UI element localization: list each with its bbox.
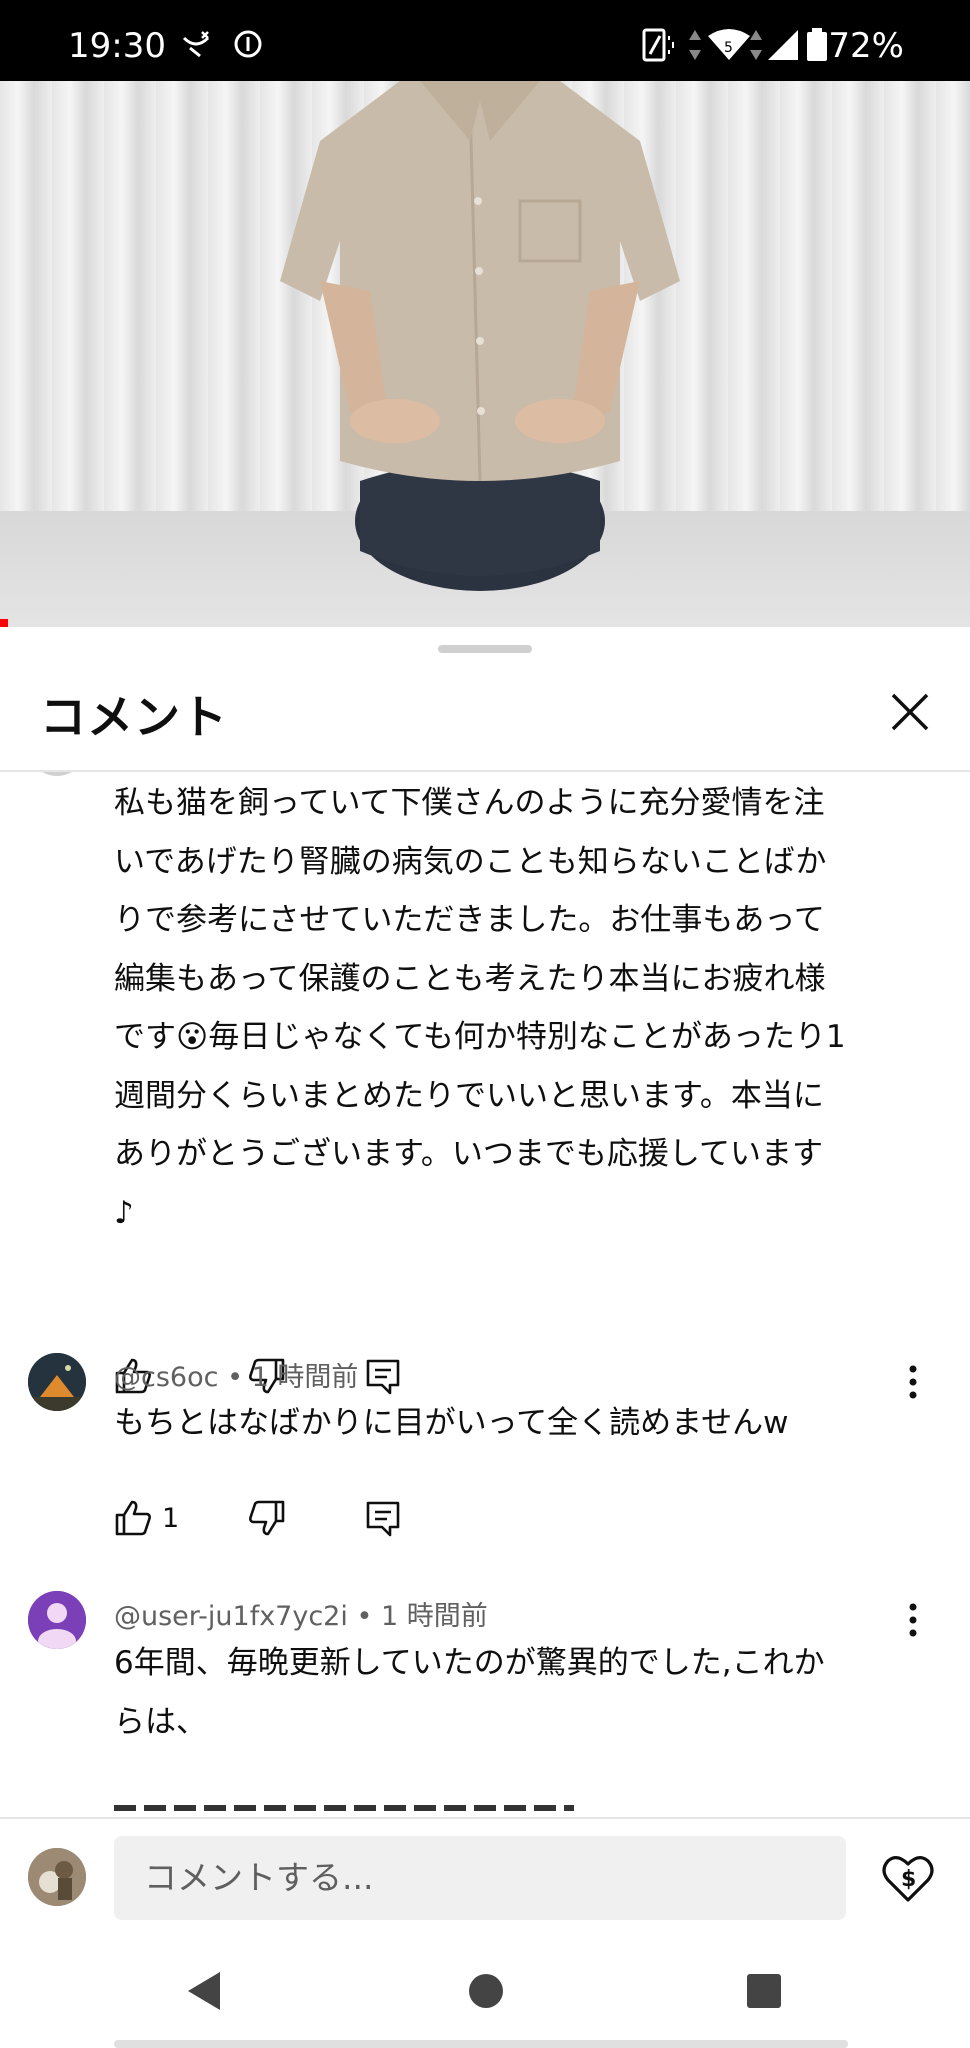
dislike-button[interactable] bbox=[248, 1499, 286, 1537]
close-button[interactable] bbox=[885, 687, 935, 737]
video-frame-person bbox=[280, 81, 680, 591]
comments-sheet: コメント 私も猫を飼っていて下僕さんのように充分愛情を注 いであげたり腎臓の病気… bbox=[0, 627, 970, 2048]
comment-meta: @user-ju1fx7yc2i • 1 時間前 bbox=[114, 1594, 488, 1633]
comment-time: 1 時間前 bbox=[381, 1601, 488, 1632]
meta-separator: • bbox=[356, 1601, 373, 1632]
missed-call-icon bbox=[180, 28, 212, 64]
data-arrows-icon bbox=[686, 28, 704, 66]
camp-tent-icon bbox=[28, 1353, 86, 1411]
default-user-icon bbox=[28, 1591, 86, 1649]
thumbs-down-icon bbox=[249, 1500, 285, 1536]
super-thanks-button[interactable]: $ bbox=[880, 1850, 936, 1906]
meta-separator: • bbox=[227, 1362, 243, 1393]
comment-time: 1 時間前 bbox=[251, 1362, 359, 1393]
comment-meta: @cs6oc • 1 時間前 bbox=[114, 1355, 358, 1394]
comment-actions: 1 bbox=[114, 1499, 514, 1549]
reply-icon bbox=[366, 1359, 400, 1395]
current-user-avatar[interactable] bbox=[28, 1848, 86, 1906]
svg-text:$: $ bbox=[901, 1867, 916, 1892]
user-avatar-icon bbox=[28, 1848, 86, 1906]
nav-back-button[interactable] bbox=[184, 1970, 224, 2016]
home-indicator bbox=[114, 2040, 848, 2048]
avatar[interactable] bbox=[28, 1353, 86, 1411]
like-button[interactable] bbox=[114, 1499, 152, 1537]
reply-button[interactable] bbox=[364, 1357, 402, 1395]
comment-author[interactable]: @cs6oc bbox=[114, 1362, 218, 1393]
reply-icon bbox=[366, 1501, 400, 1537]
reply-button[interactable] bbox=[364, 1499, 402, 1537]
sheet-title: コメント bbox=[40, 690, 228, 744]
back-triangle-icon bbox=[188, 1972, 220, 2010]
comment-input[interactable]: コメントする... bbox=[114, 1836, 846, 1920]
battery-percentage: 72% bbox=[828, 26, 904, 66]
comment-input-placeholder: コメントする... bbox=[144, 1858, 374, 1897]
recents-square-icon bbox=[747, 1974, 781, 2008]
data-arrows-icon bbox=[748, 28, 764, 66]
comments-list: 私も猫を飼っていて下僕さんのように充分愛情を注 いであげたり腎臓の病気のことも知… bbox=[0, 772, 970, 1802]
close-icon bbox=[891, 693, 929, 731]
comment-author[interactable]: @user-ju1fx7yc2i bbox=[114, 1601, 348, 1632]
video-progress-indicator[interactable] bbox=[0, 619, 8, 627]
status-time: 19:30 bbox=[68, 26, 166, 66]
home-circle-icon bbox=[469, 1974, 503, 2008]
comment-text: もちとはなばかりに目がいって全く読めませんw bbox=[114, 1405, 789, 1441]
clipped-text-line bbox=[114, 1805, 614, 1811]
battery-icon bbox=[806, 28, 828, 66]
footer-divider bbox=[0, 1817, 970, 1819]
thumbs-up-icon bbox=[115, 1500, 151, 1536]
video-player[interactable] bbox=[0, 81, 970, 627]
like-count: 1 bbox=[162, 1503, 180, 1534]
info-circle-icon bbox=[232, 28, 264, 64]
svg-text:5: 5 bbox=[724, 40, 733, 56]
sheet-drag-handle[interactable] bbox=[438, 645, 532, 653]
nav-home-button[interactable] bbox=[466, 1970, 506, 2016]
nav-recents-button[interactable] bbox=[744, 1970, 784, 2016]
comment-text: 私も猫を飼っていて下僕さんのように充分愛情を注 いであげたり腎臓の病気のことも知… bbox=[114, 785, 846, 1231]
signal-icon bbox=[766, 28, 800, 66]
wifi-icon: 5 bbox=[706, 28, 752, 66]
heart-dollar-icon: $ bbox=[882, 1856, 934, 1902]
vibrate-icon bbox=[642, 28, 678, 66]
avatar[interactable] bbox=[28, 1591, 86, 1649]
system-nav-bar bbox=[0, 1940, 970, 2048]
comment-text: 6年間、毎晩更新していたのが驚異的でした,これか らは、 bbox=[114, 1645, 825, 1740]
status-bar: 19:30 5 72% bbox=[0, 0, 970, 81]
avatar[interactable] bbox=[28, 772, 86, 776]
